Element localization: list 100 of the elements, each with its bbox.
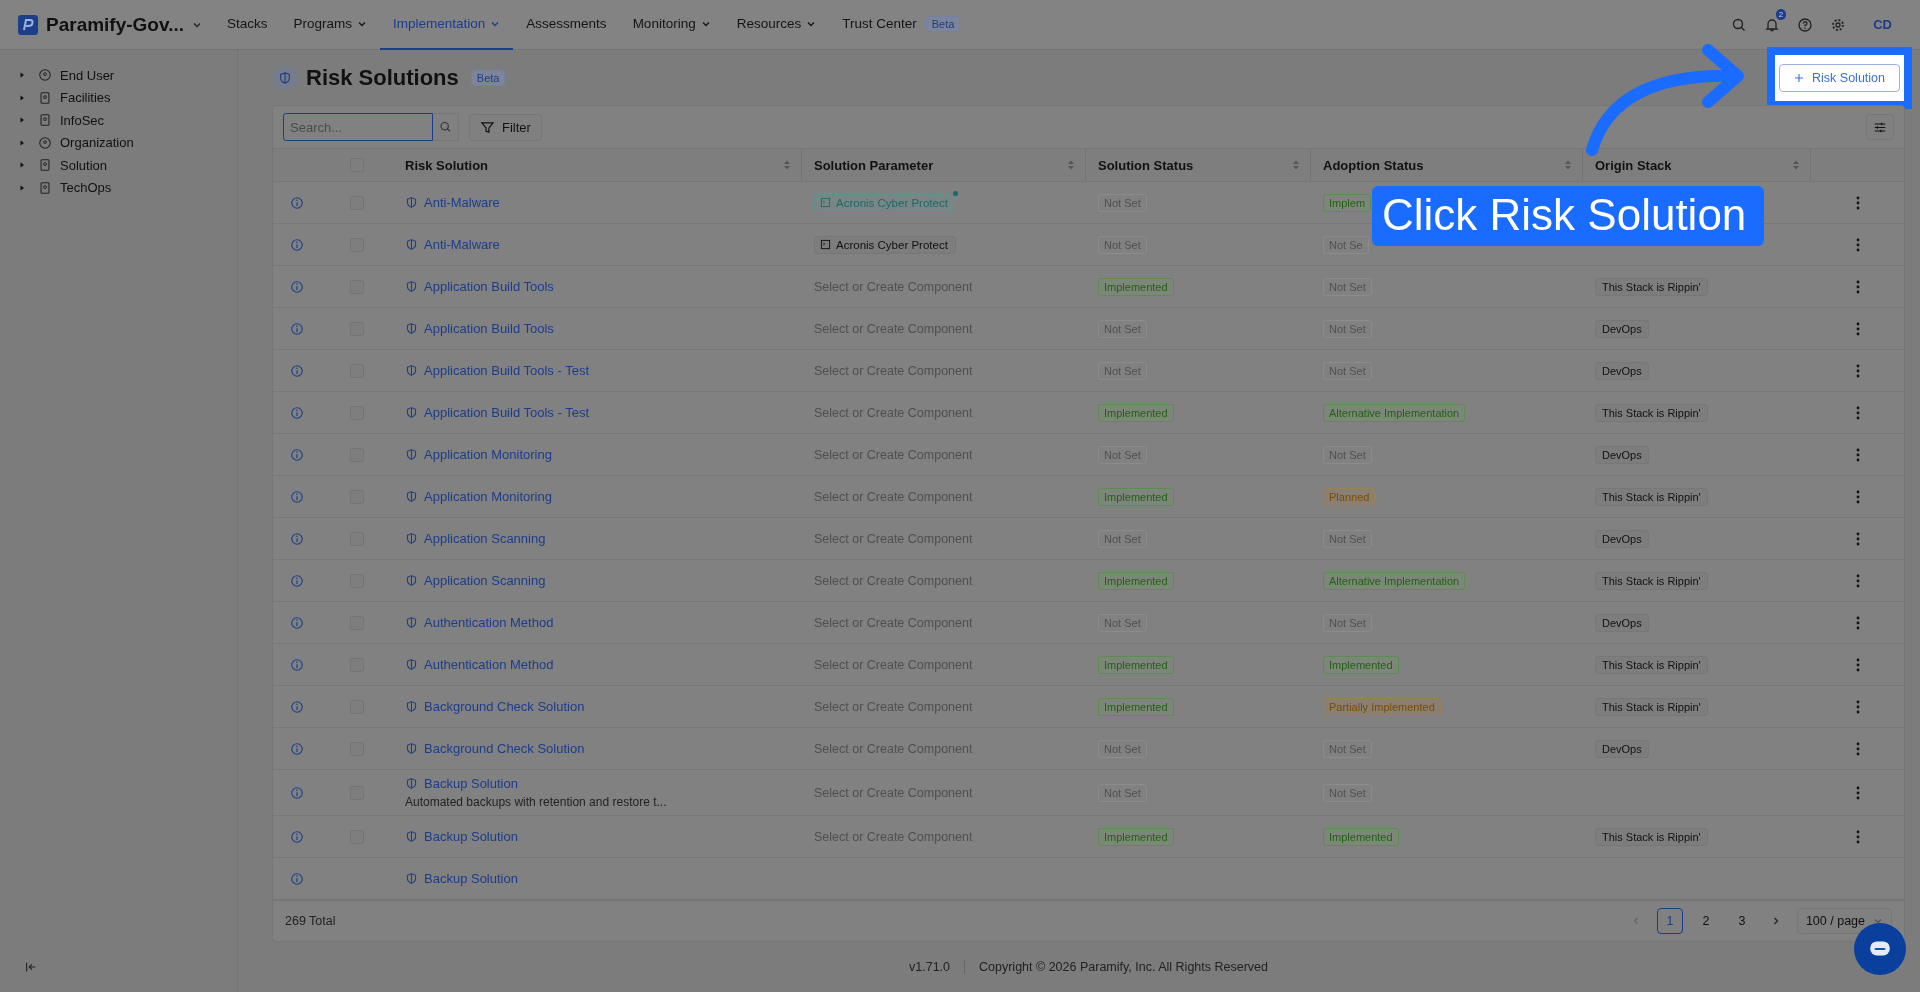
- info-icon[interactable]: [290, 615, 304, 630]
- info-icon[interactable]: [290, 237, 304, 252]
- more-options-icon[interactable]: [1855, 237, 1860, 252]
- bell-icon[interactable]: [1764, 16, 1781, 33]
- more-options-icon[interactable]: [1855, 741, 1860, 756]
- info-icon[interactable]: [290, 785, 304, 800]
- expand-caret-icon[interactable]: [18, 116, 26, 125]
- info-icon[interactable]: [290, 489, 304, 504]
- risk-solution-link[interactable]: Application Build Tools: [424, 321, 554, 336]
- nav-tab[interactable]: Programs: [280, 0, 381, 50]
- column-header[interactable]: Solution Parameter: [814, 157, 934, 173]
- shield-icon: [405, 742, 418, 755]
- collapse-sidebar-icon[interactable]: [24, 960, 38, 974]
- tree-item-label[interactable]: Solution: [60, 157, 107, 173]
- settings-icon[interactable]: [1830, 16, 1847, 33]
- sort-icon[interactable]: [1067, 159, 1075, 171]
- page-button[interactable]: 2: [1692, 908, 1719, 934]
- info-icon[interactable]: [290, 573, 304, 588]
- sort-icon[interactable]: [1564, 159, 1572, 171]
- risk-solution-link[interactable]: Application Monitoring: [424, 489, 552, 504]
- info-icon[interactable]: [290, 871, 304, 886]
- component-chip[interactable]: Acronis Cyber Protect: [814, 193, 956, 212]
- expand-caret-icon[interactable]: [18, 183, 26, 192]
- stack-tag: This Stack is Rippin': [1595, 277, 1708, 296]
- nav-tab[interactable]: Trust Center Beta: [829, 0, 974, 50]
- risk-solution-link[interactable]: Authentication Method: [424, 615, 554, 630]
- info-icon[interactable]: [290, 321, 304, 336]
- more-options-icon[interactable]: [1855, 531, 1860, 546]
- page-size-select[interactable]: 100 / page: [1796, 908, 1892, 934]
- risk-solution-link[interactable]: Anti-Malware: [424, 195, 500, 210]
- info-icon[interactable]: [290, 363, 304, 378]
- tree-item-label[interactable]: End User: [60, 67, 115, 83]
- more-options-icon[interactable]: [1855, 829, 1860, 844]
- page-button[interactable]: 3: [1728, 908, 1755, 934]
- risk-solution-link[interactable]: Backup Solution: [424, 776, 518, 791]
- column-settings-button[interactable]: [1866, 114, 1894, 140]
- tree-item-label[interactable]: Facilities: [60, 90, 111, 106]
- more-options-icon[interactable]: [1855, 657, 1860, 672]
- risk-solution-link[interactable]: Application Build Tools - Test: [424, 405, 589, 420]
- risk-solution-link[interactable]: Backup Solution: [424, 871, 518, 886]
- nav-tab[interactable]: Monitoring: [619, 0, 724, 50]
- tree-item-label[interactable]: Organization: [60, 135, 134, 151]
- workspace-name[interactable]: Paramify-Gov...: [46, 13, 184, 36]
- info-icon[interactable]: [290, 531, 304, 546]
- info-icon[interactable]: [290, 405, 304, 420]
- risk-solution-link[interactable]: Application Build Tools: [424, 279, 554, 294]
- nav-tab[interactable]: Resources: [723, 0, 830, 50]
- column-header[interactable]: Origin Stack: [1595, 157, 1672, 173]
- more-options-icon[interactable]: [1855, 279, 1860, 294]
- expand-caret-icon[interactable]: [18, 71, 26, 80]
- more-options-icon[interactable]: [1855, 321, 1860, 336]
- expand-caret-icon[interactable]: [18, 161, 26, 170]
- info-icon[interactable]: [290, 829, 304, 844]
- more-options-icon[interactable]: [1855, 489, 1860, 504]
- nav-tab[interactable]: Implementation: [380, 0, 514, 50]
- more-options-icon[interactable]: [1855, 615, 1860, 630]
- risk-solution-link[interactable]: Background Check Solution: [424, 699, 585, 714]
- risk-solution-link[interactable]: Anti-Malware: [424, 237, 500, 252]
- risk-solution-link[interactable]: Authentication Method: [424, 657, 554, 672]
- risk-solution-link[interactable]: Application Scanning: [424, 573, 546, 588]
- more-options-icon[interactable]: [1855, 447, 1860, 462]
- more-options-icon[interactable]: [1855, 405, 1860, 420]
- user-initials[interactable]: CD: [1863, 13, 1902, 36]
- more-options-icon[interactable]: [1855, 573, 1860, 588]
- add-risk-solution-button[interactable]: Risk Solution: [1779, 63, 1900, 92]
- tree-item-label[interactable]: TechOps: [60, 180, 112, 196]
- sort-icon[interactable]: [1292, 159, 1300, 171]
- sort-icon[interactable]: [1792, 159, 1800, 171]
- info-icon[interactable]: [290, 279, 304, 294]
- logo-icon[interactable]: [18, 14, 38, 35]
- component-chip[interactable]: Acronis Cyber Protect: [814, 235, 956, 254]
- info-icon[interactable]: [290, 699, 304, 714]
- status-tag: Implemented: [1323, 655, 1399, 674]
- risk-solution-link[interactable]: Application Monitoring: [424, 447, 552, 462]
- info-icon[interactable]: [290, 447, 304, 462]
- more-options-icon[interactable]: [1855, 363, 1860, 378]
- risk-solution-link[interactable]: Application Scanning: [424, 531, 546, 546]
- risk-solution-link[interactable]: Backup Solution: [424, 829, 518, 844]
- component-icon: [820, 197, 831, 208]
- column-header[interactable]: Risk Solution: [405, 157, 489, 173]
- info-icon[interactable]: [290, 657, 304, 672]
- sort-icon[interactable]: [783, 159, 791, 171]
- nav-tab[interactable]: Stacks: [214, 0, 281, 50]
- expand-caret-icon[interactable]: [18, 93, 26, 102]
- search-button[interactable]: [433, 113, 459, 141]
- risk-solution-link[interactable]: Background Check Solution: [424, 741, 585, 756]
- risk-solution-link[interactable]: Application Build Tools - Test: [424, 363, 589, 378]
- tree-item-label[interactable]: InfoSec: [60, 112, 105, 128]
- nav-tab[interactable]: Assessments: [513, 0, 620, 50]
- info-icon[interactable]: [290, 195, 304, 210]
- more-options-icon[interactable]: [1855, 785, 1860, 800]
- page-button[interactable]: 1: [1656, 908, 1683, 934]
- info-icon[interactable]: [290, 741, 304, 756]
- expand-caret-icon[interactable]: [18, 138, 26, 147]
- column-header[interactable]: Adoption Status: [1323, 157, 1424, 173]
- column-header[interactable]: Solution Status: [1098, 157, 1194, 173]
- help-icon[interactable]: [1797, 16, 1814, 33]
- filter-button[interactable]: Filter: [469, 113, 542, 141]
- more-options-icon[interactable]: [1855, 195, 1860, 210]
- more-options-icon[interactable]: [1855, 699, 1860, 714]
